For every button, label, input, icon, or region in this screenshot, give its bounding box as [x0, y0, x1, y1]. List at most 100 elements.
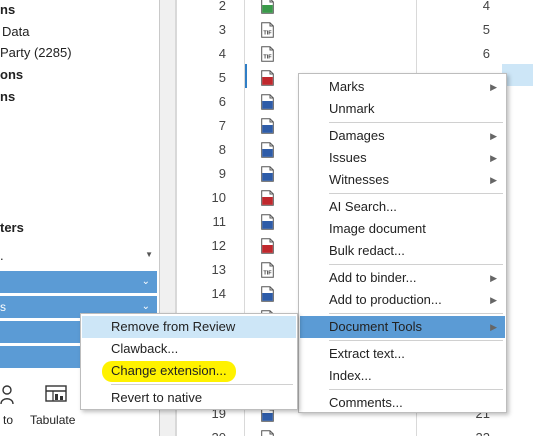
tif-doc-icon: TIF	[261, 46, 274, 62]
menu-item-label: Clawback...	[111, 341, 179, 356]
menu-item-label: Change extension...	[111, 363, 227, 378]
row-number: 11	[212, 214, 227, 229]
table-row[interactable]: 4 TIF 6	[176, 44, 533, 68]
submenu-arrow-icon: ▶	[490, 153, 497, 163]
menu-item-label: Add to production...	[329, 292, 442, 307]
menu-item-clawback[interactable]: Clawback...	[82, 338, 296, 360]
row-number: 5	[218, 70, 226, 85]
sidebar-item[interactable]: Data	[2, 24, 29, 40]
tif-doc-icon: TIF	[261, 22, 274, 38]
menu-item-remove-from-review[interactable]: Remove from Review	[82, 316, 296, 338]
menu-item-document-tools[interactable]: Document Tools ▶	[300, 316, 505, 338]
dropdown-arrow-icon: ▼	[145, 250, 153, 259]
menu-item-label: Image document	[329, 221, 426, 236]
menu-item-label: Remove from Review	[111, 319, 236, 334]
blue-doc-icon	[261, 286, 274, 302]
menu-item-label: Index...	[329, 368, 372, 383]
blue-doc-icon	[261, 214, 274, 230]
person-icon	[0, 385, 14, 405]
table-row[interactable]: 3 TIF 5	[176, 20, 533, 44]
svg-text:TIF: TIF	[263, 31, 272, 37]
row-number: 8	[218, 142, 226, 157]
document-tools-submenu: Remove from Review Clawback... Change exte…	[80, 313, 298, 410]
submenu-arrow-icon: ▶	[490, 131, 497, 141]
filter-dropdown[interactable]: . ▼	[0, 246, 158, 266]
menu-separator	[329, 193, 503, 194]
menu-item-index[interactable]: Index...	[300, 365, 505, 387]
menu-separator	[329, 340, 503, 341]
submenu-arrow-icon: ▶	[490, 175, 497, 185]
row-number: 6	[218, 94, 226, 109]
row-number: 9	[218, 166, 226, 181]
menu-item-label: Witnesses	[329, 172, 389, 187]
submenu-arrow-icon: ▶	[490, 273, 497, 283]
menu-item-witnesses[interactable]: Witnesses ▶	[300, 169, 505, 191]
sidebar-section-label[interactable]: ns	[0, 89, 15, 105]
row-number: 3	[218, 22, 226, 37]
blue-doc-icon	[261, 142, 274, 158]
toolbar-button-label: to	[3, 413, 14, 427]
blue-doc-icon	[261, 430, 274, 436]
menu-item-label: Document Tools	[329, 319, 422, 334]
menu-item-label: AI Search...	[329, 199, 397, 214]
row-value: 5	[482, 22, 490, 37]
menu-item-extract-text[interactable]: Extract text...	[300, 343, 505, 365]
tif-doc-icon: TIF	[261, 262, 274, 278]
red-doc-icon	[261, 238, 274, 254]
menu-item-add-to-production[interactable]: Add to production... ▶	[300, 289, 505, 311]
menu-item-label: Comments...	[329, 395, 403, 410]
menu-item-label: Extract text...	[329, 346, 405, 361]
toolbar-button-partial[interactable]: to	[0, 380, 22, 436]
green-doc-icon	[261, 0, 274, 14]
menu-item-revert-to-native[interactable]: Revert to native	[82, 387, 296, 409]
menu-item-label: Issues	[329, 150, 367, 165]
menu-item-label: Damages	[329, 128, 385, 143]
row-number: 4	[218, 46, 226, 61]
menu-item-comments[interactable]: Comments...	[300, 392, 505, 414]
row-value: 6	[482, 46, 490, 61]
menu-item-damages[interactable]: Damages ▶	[300, 125, 505, 147]
row-value: 4	[482, 0, 490, 13]
row-number: 20	[196, 429, 226, 436]
menu-item-issues[interactable]: Issues ▶	[300, 147, 505, 169]
table-row[interactable]: 2022	[176, 428, 533, 436]
menu-item-label: Unmark	[329, 101, 375, 116]
red-doc-icon	[261, 190, 274, 206]
tabulate-icon	[45, 385, 67, 402]
svg-text:TIF: TIF	[263, 55, 272, 61]
row-number: 14	[211, 286, 226, 301]
submenu-arrow-icon: ▶	[490, 295, 497, 305]
row-number: 12	[211, 238, 226, 253]
chevron-down-icon: ⌄	[141, 276, 150, 287]
menu-separator	[111, 384, 293, 385]
collapsible-bar-label: s	[0, 300, 6, 314]
row-number: 2	[218, 0, 226, 13]
menu-separator	[329, 389, 503, 390]
submenu-arrow-icon: ▶	[490, 322, 497, 332]
menu-item-label: Add to binder...	[329, 270, 417, 285]
sidebar-section-label[interactable]: ons	[0, 67, 23, 83]
menu-item-label: Bulk redact...	[329, 243, 405, 258]
svg-text:TIF: TIF	[263, 271, 272, 277]
menu-separator	[329, 122, 503, 123]
row-number: 13	[211, 262, 226, 277]
submenu-arrow-icon: ▶	[490, 82, 497, 92]
filter-dropdown-value: .	[0, 248, 4, 263]
menu-item-image-document[interactable]: Image document	[300, 218, 505, 240]
context-menu: Marks ▶ Unmark Damages ▶ Issues ▶ Witnesses ▶ AI …	[298, 73, 507, 413]
collapsible-bar[interactable]: ⌄	[0, 271, 157, 293]
row-value: 22	[446, 429, 490, 436]
menu-item-unmark[interactable]: Unmark	[300, 98, 505, 120]
tabulate-button[interactable]: Tabulate	[27, 380, 87, 436]
sidebar-item[interactable]: Party (2285)	[0, 45, 72, 61]
menu-separator	[329, 264, 503, 265]
menu-item-marks[interactable]: Marks ▶	[300, 76, 505, 98]
red-doc-icon	[261, 70, 274, 86]
table-row[interactable]: 24	[176, 0, 533, 20]
menu-item-bulk-redact[interactable]: Bulk redact...	[300, 240, 505, 262]
sidebar-section-label[interactable]: ns	[0, 2, 15, 18]
menu-item-ai-search[interactable]: AI Search...	[300, 196, 505, 218]
filters-heading: ters	[0, 220, 24, 235]
menu-item-add-to-binder[interactable]: Add to binder... ▶	[300, 267, 505, 289]
menu-item-change-extension[interactable]: Change extension...	[82, 360, 296, 382]
